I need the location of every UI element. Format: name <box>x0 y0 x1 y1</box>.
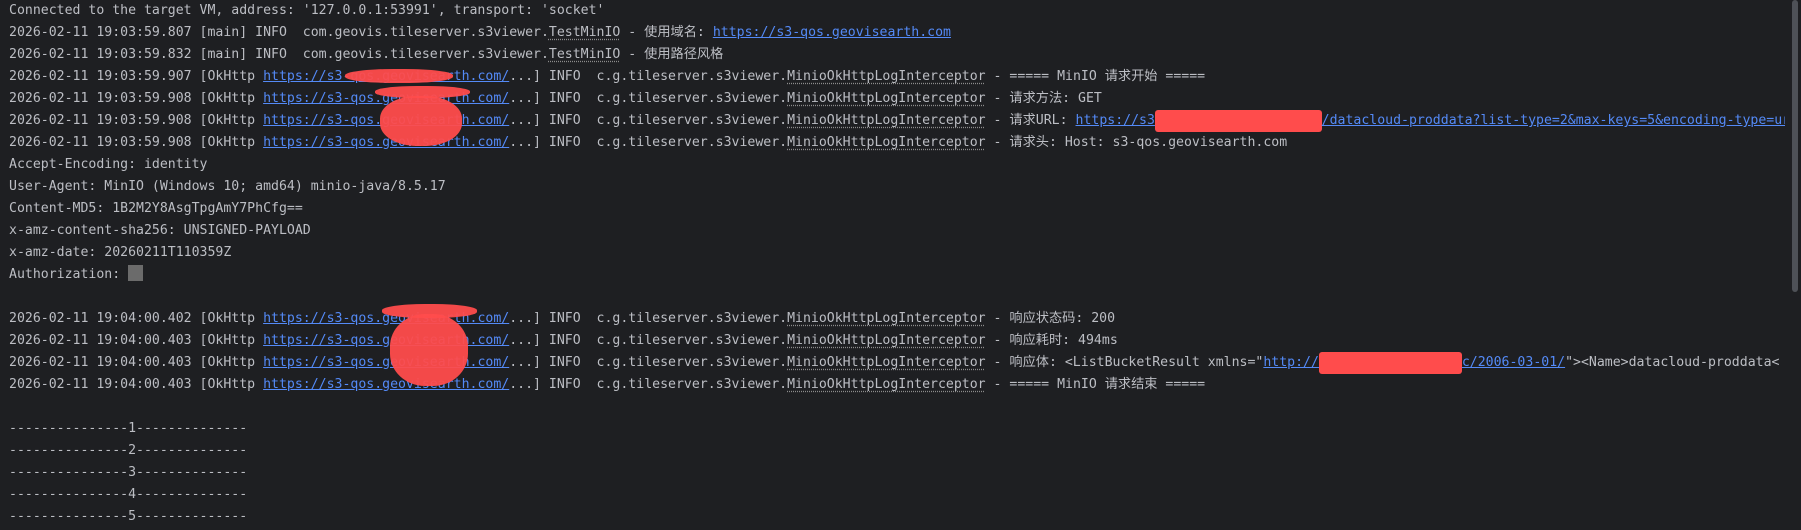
request-url-start: https://s3 <box>1075 113 1155 128</box>
header-line: Accept-Encoding: identity <box>9 157 208 172</box>
auth-label: Authorization: <box>9 267 129 282</box>
header-line: x-amz-date: 20260211T110359Z <box>9 245 232 260</box>
class-link[interactable]: MinioOkHttpLogInterceptor <box>787 69 986 84</box>
url-link[interactable]: https://s3-qos.geovisearth.com/ <box>263 377 509 392</box>
masked-value-icon <box>128 264 144 281</box>
log-text: 2026-02-11 19:04:00.403 [OkHttp <box>9 355 264 370</box>
console-line: 2026-02-11 19:03:59.908 [OkHttp https://… <box>9 132 1785 154</box>
xmlns-tail: c/2006-03-01/ <box>1461 355 1566 370</box>
console-line: 2026-02-11 19:04:00.402 [OkHttp https://… <box>9 308 1785 330</box>
separator-line: ---------------3-------------- <box>9 465 248 480</box>
xmlns-link[interactable]: http://XXXXXXXXXXXXXXXXXXc/2006-03-01/ <box>1263 352 1566 374</box>
separator-line: ---------------2-------------- <box>9 443 248 458</box>
console-line: 2026-02-11 19:03:59.832 [main] INFO com.… <box>9 44 1785 66</box>
console-line: 2026-02-11 19:04:00.403 [OkHttp https://… <box>9 330 1785 352</box>
log-text: 2026-02-11 19:03:59.907 [OkHttp <box>9 69 264 84</box>
console-line: 2026-02-11 19:04:00.403 [OkHttp https://… <box>9 374 1785 396</box>
class-link[interactable]: MinioOkHttpLogInterceptor <box>787 377 986 392</box>
request-url-tail: /datacloud-proddata?list-type=2&max-keys… <box>1321 113 1785 128</box>
log-text: 2026-02-11 19:03:59.832 [main] INFO com.… <box>9 47 549 62</box>
log-text: ...] INFO c.g.tileserver.s3viewer. <box>509 355 788 370</box>
log-text: ...] INFO c.g.tileserver.s3viewer. <box>509 135 788 150</box>
log-text: 2026-02-11 19:04:00.402 [OkHttp <box>9 311 264 326</box>
class-link[interactable]: MinioOkHttpLogInterceptor <box>787 91 986 106</box>
log-message: - 响应体: <ListBucketResult xmlns=" <box>985 355 1264 370</box>
class-link[interactable]: MinioOkHttpLogInterceptor <box>787 113 986 128</box>
log-text: 2026-02-11 19:03:59.908 [OkHttp <box>9 135 264 150</box>
class-link[interactable]: MinioOkHttpLogInterceptor <box>787 333 986 348</box>
xmlns-start: http:// <box>1263 355 1319 370</box>
log-text: ...] INFO c.g.tileserver.s3viewer. <box>509 333 788 348</box>
log-text: 2026-02-11 19:03:59.908 [OkHttp <box>9 91 264 106</box>
header-line: Content-MD5: 1B2M2Y8AsgTpgAmY7PhCfg== <box>9 201 303 216</box>
url-link[interactable]: https://s3-qos.geovisearth.com/ <box>263 333 509 348</box>
log-text: 2026-02-11 19:03:59.807 [main] INFO com.… <box>9 25 549 40</box>
class-link[interactable]: TestMinIO <box>549 47 620 62</box>
console-line: 2026-02-11 19:03:59.908 [OkHttp https://… <box>9 110 1785 132</box>
header-line: User-Agent: MinIO (Windows 10; amd64) mi… <box>9 179 446 194</box>
redaction-mark: XXXXXXXXXXXXXXXXXXXXX <box>1154 110 1322 132</box>
console-line: 2026-02-11 19:03:59.907 [OkHttp https://… <box>9 66 1785 88</box>
log-message: - 使用路径风格 <box>620 47 724 62</box>
log-message: - ===== MinIO 请求结束 ===== <box>985 377 1206 392</box>
class-link[interactable]: MinioOkHttpLogInterceptor <box>787 355 986 370</box>
console-output: Connected to the target VM, address: '12… <box>0 0 1785 530</box>
header-line: Authorization: <box>9 264 1785 286</box>
log-message: - 响应状态码: 200 <box>985 311 1116 326</box>
redaction-scribble <box>345 69 453 83</box>
log-text: 2026-02-11 19:04:00.403 [OkHttp <box>9 333 264 348</box>
console-line: Connected to the target VM, address: '12… <box>9 3 605 18</box>
request-url-link[interactable]: https://s3XXXXXXXXXXXXXXXXXXXXX/dataclou… <box>1075 110 1785 132</box>
redaction-scribble <box>390 314 468 386</box>
console-line: 2026-02-11 19:03:59.807 [main] INFO com.… <box>9 22 1785 44</box>
log-message: - 请求头: Host: s3-qos.geovisearth.com <box>985 135 1288 150</box>
separator-line: ---------------4-------------- <box>9 487 248 502</box>
header-line: x-amz-content-sha256: UNSIGNED-PAYLOAD <box>9 223 311 238</box>
class-link[interactable]: MinioOkHttpLogInterceptor <box>787 135 986 150</box>
log-text: ...] INFO c.g.tileserver.s3viewer. <box>509 69 788 84</box>
log-text: ...] INFO c.g.tileserver.s3viewer. <box>509 377 788 392</box>
log-text: 2026-02-11 19:03:59.908 [OkHttp <box>9 113 264 128</box>
separator-line: ---------------1-------------- <box>9 421 248 436</box>
separator-line: ---------------5-------------- <box>9 509 248 524</box>
log-text: ...] INFO c.g.tileserver.s3viewer. <box>509 311 788 326</box>
console-line: 2026-02-11 19:03:59.908 [OkHttp https://… <box>9 88 1785 110</box>
log-message: - 使用域名: <box>620 25 713 40</box>
log-message: - ===== MinIO 请求开始 ===== <box>985 69 1206 84</box>
url-link[interactable]: https://s3-qos.geovisearth.com/ <box>263 135 509 150</box>
redaction-scribble <box>380 96 462 146</box>
class-link[interactable]: TestMinIO <box>549 25 620 40</box>
vertical-scrollbar[interactable] <box>1785 0 1801 530</box>
url-link[interactable]: https://s3-qos.geovisearth.com <box>713 25 951 40</box>
log-message: - 响应耗时: 494ms <box>985 333 1118 348</box>
log-message: "><Name>datacloud-proddata< <box>1565 355 1780 370</box>
log-text: ...] INFO c.g.tileserver.s3viewer. <box>509 113 788 128</box>
redaction-mark: XXXXXXXXXXXXXXXXXX <box>1318 352 1462 374</box>
log-text: 2026-02-11 19:04:00.403 [OkHttp <box>9 377 264 392</box>
log-message: - 请求方法: GET <box>985 91 1102 106</box>
log-message: - 请求URL: <box>985 113 1076 128</box>
console-line: 2026-02-11 19:04:00.403 [OkHttp https://… <box>9 352 1785 374</box>
url-link[interactable]: https://s3-qos.geovisearth.com/ <box>263 355 509 370</box>
scrollbar-thumb[interactable] <box>1792 0 1798 292</box>
class-link[interactable]: MinioOkHttpLogInterceptor <box>787 311 986 326</box>
log-text: ...] INFO c.g.tileserver.s3viewer. <box>509 91 788 106</box>
